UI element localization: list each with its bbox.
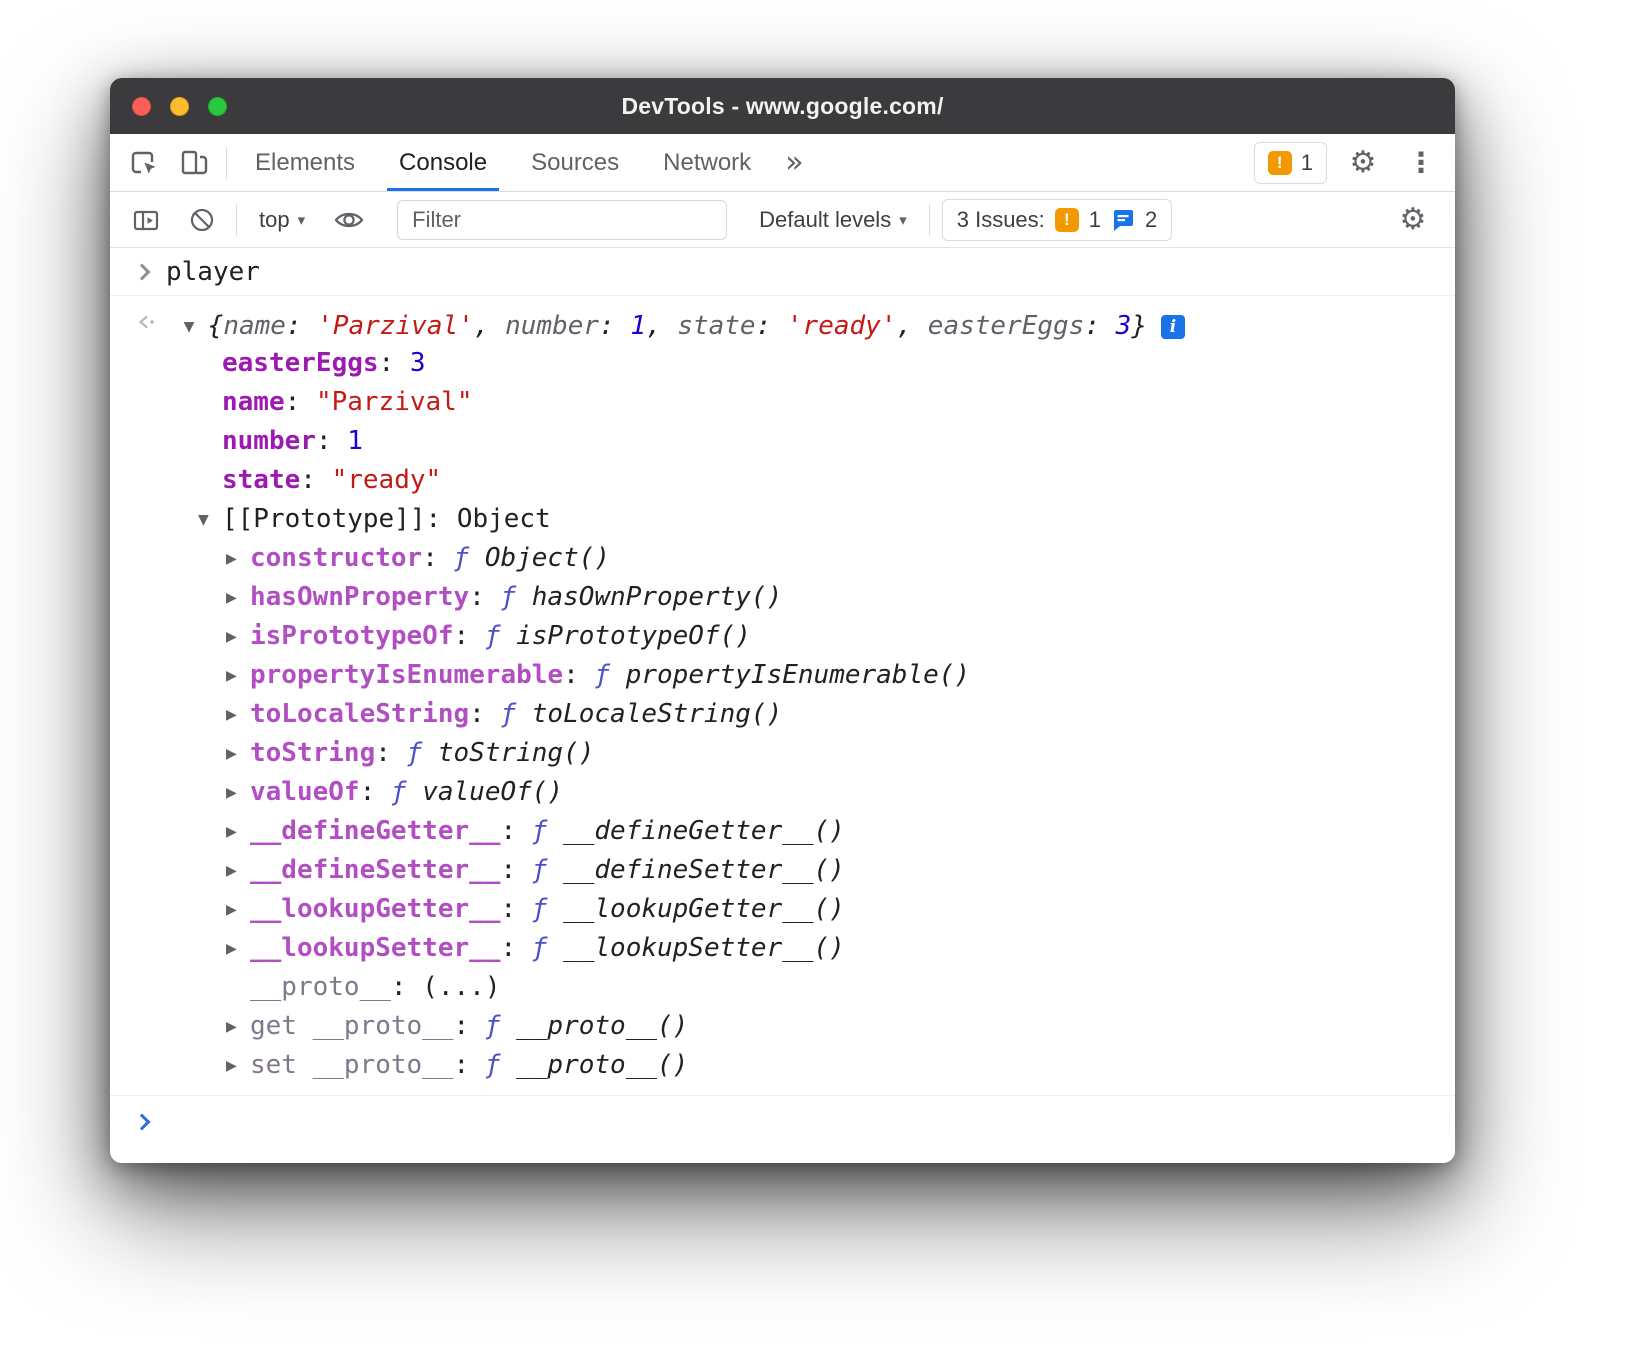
more-tabs-icon[interactable]: »	[773, 134, 815, 191]
console-prompt[interactable]	[110, 1095, 1455, 1147]
expand-arrow-icon[interactable]: ▶	[226, 930, 250, 969]
error-count-button[interactable]: 1	[1254, 142, 1327, 184]
object-preview-tokens[interactable]: {name: 'Parzival', number: 1, state: 're…	[208, 311, 1147, 341]
command-chevron-icon	[134, 264, 151, 281]
expand-arrow-icon[interactable]: ▶	[226, 1008, 250, 1047]
property-row: name: "Parzival"	[194, 383, 1455, 422]
inspect-element-icon[interactable]	[122, 141, 166, 185]
property-row[interactable]: ▶toLocaleString: ƒ toLocaleString()	[194, 695, 1455, 734]
console-command-entry: player	[110, 248, 1455, 296]
property-row[interactable]: ▶hasOwnProperty: ƒ hasOwnProperty()	[194, 578, 1455, 617]
expand-arrow-icon[interactable]: ▶	[226, 891, 250, 930]
console-log-area[interactable]: player ▼{name: 'Parzival', number: 1, st…	[110, 248, 1455, 1163]
kebab-menu-icon[interactable]: ⋮	[1399, 141, 1443, 185]
prompt-chevron-icon	[134, 1114, 151, 1131]
issues-label: 3 Issues:	[957, 207, 1045, 233]
tab-network[interactable]: Network	[641, 134, 773, 191]
chevron-down-icon: ▾	[899, 211, 907, 229]
property-row[interactable]: ▶__defineGetter__: ƒ __defineGetter__()	[194, 812, 1455, 851]
devtools-window: DevTools - www.google.com/ Elements Cons…	[110, 78, 1455, 1163]
command-text: player	[166, 257, 260, 287]
issue-error-icon	[1055, 208, 1079, 232]
divider	[236, 204, 237, 236]
tabbar-right-controls: 1 ⚙ ⋮	[1254, 134, 1443, 191]
tab-elements[interactable]: Elements	[233, 134, 377, 191]
tabbar-left-icons	[122, 134, 226, 191]
expand-arrow-icon[interactable]: ▶	[226, 735, 250, 774]
device-toolbar-icon[interactable]	[172, 141, 216, 185]
expand-arrow-icon[interactable]: ▶	[226, 618, 250, 657]
window-controls	[132, 78, 227, 134]
expand-arrow-icon[interactable]: ▶	[226, 696, 250, 735]
object-tree: easterEggs: 3name: "Parzival"number: 1st…	[136, 344, 1455, 1085]
property-row[interactable]: ▶isPrototypeOf: ƒ isPrototypeOf()	[194, 617, 1455, 656]
property-row[interactable]: ▶toString: ƒ toString()	[194, 734, 1455, 773]
property-row[interactable]: ▶set __proto__: ƒ __proto__()	[194, 1046, 1455, 1085]
log-levels-label: Default levels	[759, 207, 891, 233]
divider	[226, 147, 227, 179]
window-titlebar: DevTools - www.google.com/	[110, 78, 1455, 134]
devtools-tab-bar: Elements Console Sources Network » 1 ⚙ ⋮	[110, 134, 1455, 192]
collapse-arrow-icon[interactable]: ▼	[184, 306, 208, 348]
window-title: DevTools - www.google.com/	[621, 93, 943, 120]
property-row[interactable]: ▶propertyIsEnumerable: ƒ propertyIsEnume…	[194, 656, 1455, 695]
object-preview-row: ▼{name: 'Parzival', number: 1, state: 'r…	[136, 302, 1455, 344]
property-row: easterEggs: 3	[194, 344, 1455, 383]
issue-error-count: 1	[1089, 207, 1101, 233]
chevron-down-icon: ▾	[298, 211, 306, 229]
console-result-entry: ▼{name: 'Parzival', number: 1, state: 'r…	[110, 296, 1455, 1085]
divider	[929, 204, 930, 236]
close-window-button[interactable]	[132, 97, 151, 116]
zoom-window-button[interactable]	[208, 97, 227, 116]
property-row[interactable]: __proto__: (...)	[194, 968, 1455, 1007]
minimize-window-button[interactable]	[170, 97, 189, 116]
property-row[interactable]: ▶__lookupSetter__: ƒ __lookupSetter__()	[194, 929, 1455, 968]
property-row[interactable]: ▶__defineSetter__: ƒ __defineSetter__()	[194, 851, 1455, 890]
console-toolbar: top ▾ Default levels ▾ 3 Issues: 1	[110, 192, 1455, 248]
expand-arrow-icon[interactable]: ▶	[226, 852, 250, 891]
property-row[interactable]: ▶get __proto__: ƒ __proto__()	[194, 1007, 1455, 1046]
tab-sources[interactable]: Sources	[509, 134, 641, 191]
log-levels-selector[interactable]: Default levels ▾	[749, 207, 917, 233]
context-selector-label: top	[259, 207, 290, 233]
property-row[interactable]: ▶constructor: ƒ Object()	[194, 539, 1455, 578]
panel-tabs: Elements Console Sources Network »	[233, 134, 816, 191]
error-count: 1	[1301, 150, 1313, 176]
live-expression-eye-icon[interactable]	[327, 198, 371, 242]
clear-console-icon[interactable]	[180, 198, 224, 242]
issue-message-icon	[1111, 208, 1135, 232]
expand-arrow-icon[interactable]: ▶	[226, 1047, 250, 1086]
issues-button[interactable]: 3 Issues: 1 2	[942, 199, 1173, 241]
eval-result-icon	[136, 308, 176, 338]
settings-gear-icon[interactable]: ⚙	[1341, 141, 1385, 185]
property-row[interactable]: ▼[[Prototype]]: Object	[194, 500, 1455, 539]
property-row[interactable]: ▶valueOf: ƒ valueOf()	[194, 773, 1455, 812]
context-selector[interactable]: top ▾	[249, 207, 315, 233]
issue-message-count: 2	[1145, 207, 1157, 233]
console-settings-gear-icon[interactable]: ⚙	[1391, 198, 1435, 242]
expand-arrow-icon[interactable]: ▶	[226, 657, 250, 696]
console-sidebar-toggle-icon[interactable]	[124, 198, 168, 242]
error-badge-icon	[1268, 151, 1292, 175]
property-row: state: "ready"	[194, 461, 1455, 500]
property-row[interactable]: ▶__lookupGetter__: ƒ __lookupGetter__()	[194, 890, 1455, 929]
property-row: number: 1	[194, 422, 1455, 461]
collapse-arrow-icon[interactable]: ▼	[198, 501, 222, 540]
expand-arrow-icon[interactable]: ▶	[226, 540, 250, 579]
expand-arrow-icon[interactable]: ▶	[226, 774, 250, 813]
expand-arrow-icon[interactable]: ▶	[226, 813, 250, 852]
filter-input[interactable]	[397, 200, 727, 240]
info-icon[interactable]: i	[1161, 315, 1185, 339]
expand-arrow-icon[interactable]: ▶	[226, 579, 250, 618]
tab-console[interactable]: Console	[377, 134, 509, 191]
